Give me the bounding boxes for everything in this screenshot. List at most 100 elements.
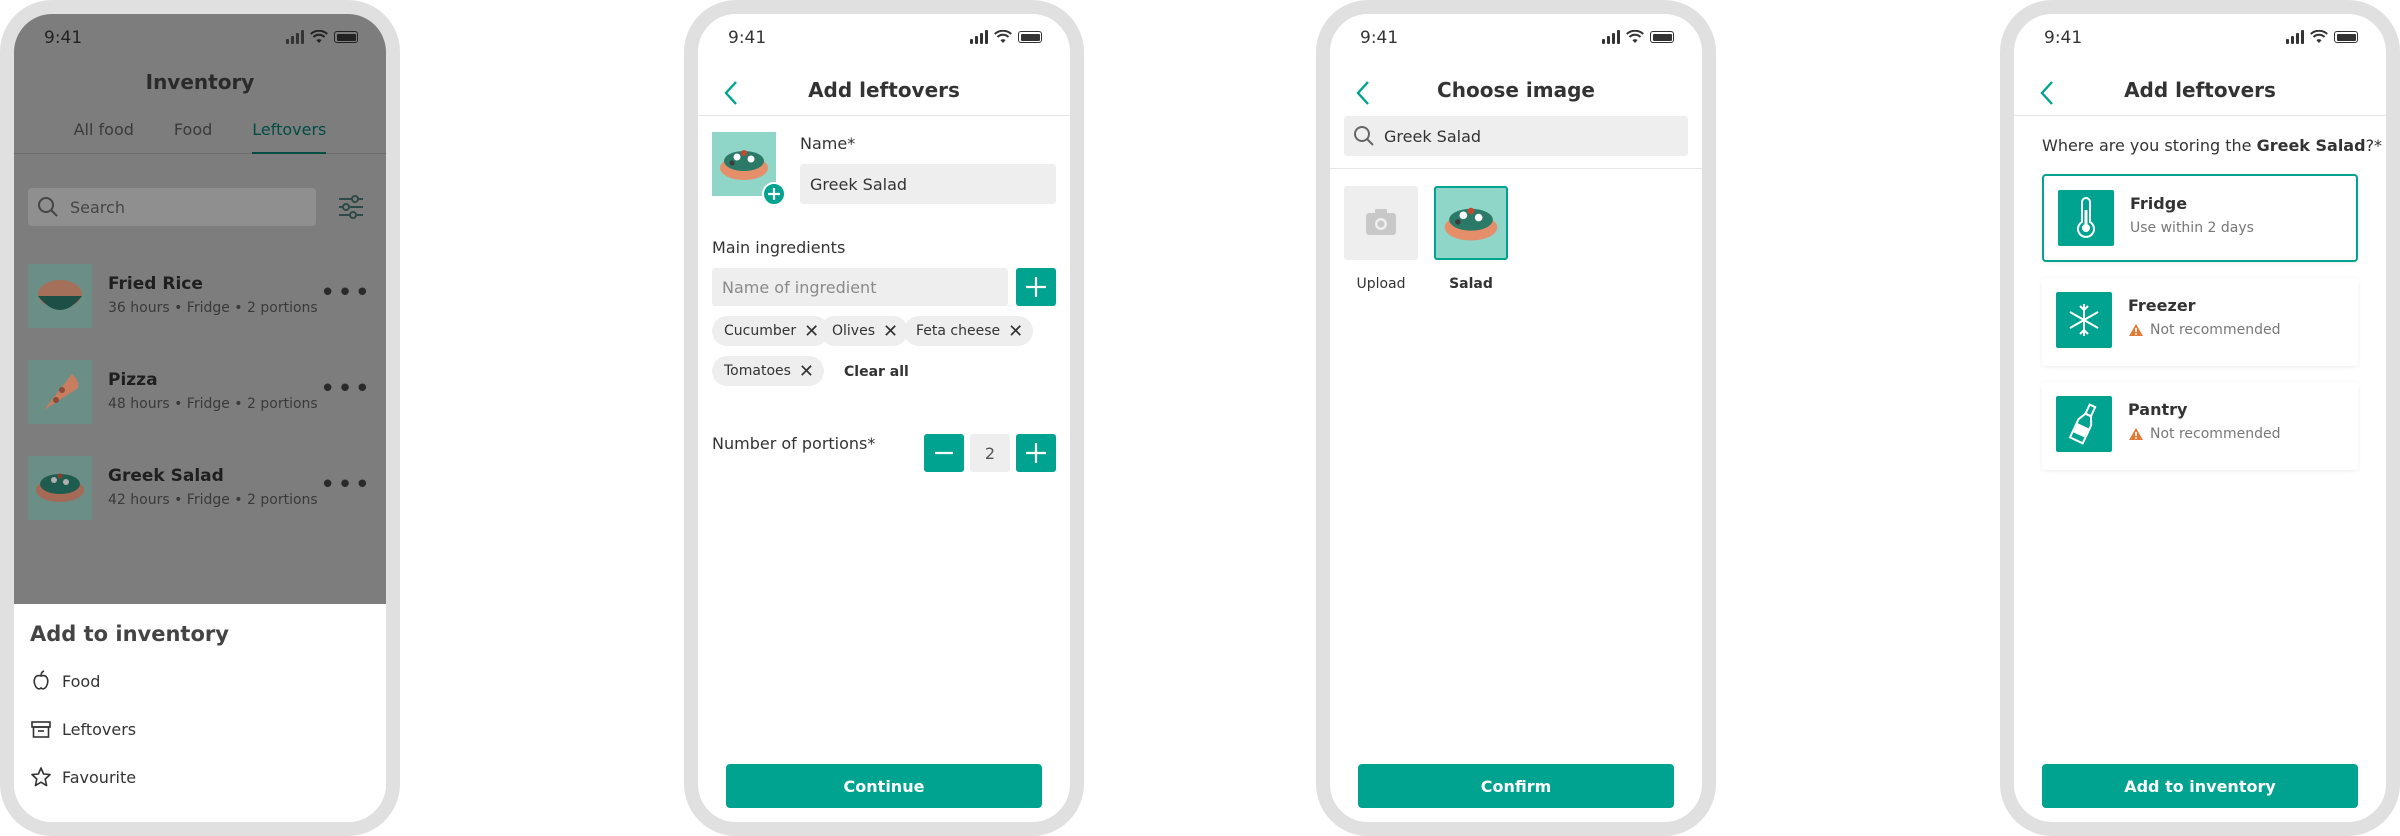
decrease-portions-button[interactable] [924, 434, 964, 472]
continue-button[interactable]: Continue [726, 764, 1042, 808]
ingredient-chip: Olives ✕ [820, 316, 909, 346]
signal-icon [970, 30, 988, 44]
search-input[interactable]: Search [28, 188, 316, 226]
confirm-button[interactable]: Confirm [1358, 764, 1674, 808]
increase-portions-button[interactable] [1016, 434, 1056, 472]
sheet-option-food[interactable]: Food [30, 670, 100, 692]
warning-icon [2129, 324, 2143, 336]
battery-icon [2334, 31, 2358, 43]
option-title: Freezer [2128, 296, 2196, 315]
thermometer-icon [2077, 197, 2095, 238]
phone-storage-location: 9:41 Add leftovers Where are you storing… [2000, 0, 2400, 836]
more-icon[interactable]: ••• [320, 472, 372, 498]
more-icon[interactable]: ••• [320, 376, 372, 402]
ingredient-input[interactable]: Name of ingredient [712, 268, 1008, 306]
dimmed-background: 9:41 Inventory All food Food Leftovers S… [14, 14, 386, 604]
add-to-inventory-button[interactable]: Add to inventory [2042, 764, 2358, 808]
status-icons [286, 30, 358, 44]
upload-label: Upload [1356, 276, 1406, 292]
tab-food[interactable]: Food [174, 114, 212, 154]
storage-option-fridge[interactable]: Fridge Use within 2 days [2042, 174, 2358, 262]
tab-all-food[interactable]: All food [74, 114, 134, 154]
status-bar: 9:41 [1330, 26, 1702, 52]
item-meta: 42 hours • Fridge • 2 portions [108, 492, 318, 508]
sheet-title: Add to inventory [30, 622, 229, 646]
image-search-input[interactable]: Greek Salad [1344, 116, 1688, 156]
status-time: 9:41 [728, 28, 767, 48]
item-name: Greek Salad [108, 466, 224, 486]
nav-bar: Add leftovers [2014, 72, 2386, 116]
status-bar: 9:41 [698, 26, 1070, 52]
close-icon[interactable]: ✕ [883, 321, 898, 342]
list-item[interactable]: Greek Salad 42 hours • Fridge • 2 portio… [28, 450, 372, 522]
option-subtitle: Use within 2 days [2130, 220, 2254, 236]
salad-tile[interactable] [1434, 186, 1508, 260]
pizza-slice-icon [44, 374, 79, 410]
freezer-icon-tile [2056, 292, 2112, 348]
sheet-option-favourite[interactable]: Favourite [30, 766, 136, 788]
option-title: Pantry [2128, 400, 2188, 419]
rice-bowl-icon [38, 280, 82, 310]
page-title: Add leftovers [808, 78, 960, 102]
minus-icon [935, 451, 953, 455]
nav-bar: Choose image [1330, 72, 1702, 120]
more-icon[interactable]: ••• [320, 280, 372, 306]
page-title: Choose image [1437, 78, 1595, 102]
add-to-inventory-sheet: Add to inventory Food Leftovers Favourit… [14, 604, 386, 822]
add-image-icon[interactable] [762, 182, 786, 206]
tab-bar: All food Food Leftovers [14, 114, 386, 154]
box-icon [31, 721, 51, 738]
salad-label: Salad [1449, 276, 1493, 292]
name-field[interactable]: Greek Salad [800, 164, 1056, 204]
sheet-option-label: Leftovers [62, 719, 137, 739]
list-item[interactable]: Pizza 48 hours • Fridge • 2 portions ••• [28, 354, 372, 426]
tab-leftovers[interactable]: Leftovers [252, 114, 327, 154]
item-name: Pizza [108, 370, 158, 390]
status-time: 9:41 [1360, 28, 1399, 48]
chip-label: Cucumber [724, 323, 797, 339]
plus-icon [1026, 443, 1046, 463]
upload-tile[interactable] [1344, 186, 1418, 260]
close-icon[interactable]: ✕ [1008, 321, 1023, 342]
pizza-thumbnail [28, 360, 92, 424]
storage-option-pantry[interactable]: Pantry Not recommended [2042, 382, 2358, 470]
close-icon[interactable]: ✕ [804, 321, 819, 342]
salad-icon [1444, 207, 1498, 241]
status-time: 9:41 [44, 28, 83, 48]
apple-icon [33, 670, 49, 690]
chip-label: Feta cheese [916, 323, 1001, 339]
nav-bar: Add leftovers [698, 72, 1070, 116]
portions-value[interactable]: 2 [970, 434, 1010, 472]
salad-icon [36, 473, 84, 502]
snowflake-icon [2069, 304, 2099, 336]
name-label: Name* [800, 134, 856, 153]
question-prefix: Where are you storing the [2042, 136, 2257, 155]
search-icon [38, 197, 58, 217]
item-meta: 36 hours • Fridge • 2 portions [108, 300, 318, 316]
warning-icon [2129, 428, 2143, 440]
signal-icon [286, 30, 304, 44]
close-icon[interactable]: ✕ [799, 361, 814, 382]
signal-icon [1602, 30, 1620, 44]
add-ingredient-button[interactable] [1016, 268, 1056, 306]
status-icons [2286, 30, 2358, 44]
battery-icon [334, 31, 358, 43]
clear-all-button[interactable]: Clear all [844, 364, 909, 380]
star-icon [31, 767, 51, 787]
list-item[interactable]: Fried Rice 36 hours • Fridge • 2 portion… [28, 258, 372, 330]
ingredient-chip: Feta cheese ✕ [904, 316, 1034, 346]
status-bar: 9:41 [2014, 26, 2386, 52]
status-icons [1602, 30, 1674, 44]
bottle-icon [2068, 403, 2097, 445]
question-item: Greek Salad [2256, 136, 2366, 155]
item-name: Fried Rice [108, 274, 203, 294]
filter-icon[interactable] [334, 190, 368, 224]
option-subtitle: Not recommended [2128, 426, 2280, 442]
wifi-icon [2310, 30, 2328, 43]
storage-option-freezer[interactable]: Freezer Not recommended [2042, 278, 2358, 366]
search-placeholder: Search [70, 197, 125, 217]
wifi-icon [1626, 30, 1644, 43]
option-subtitle-text: Not recommended [2150, 322, 2281, 338]
ingredients-label: Main ingredients [712, 238, 846, 257]
sheet-option-leftovers[interactable]: Leftovers [30, 718, 136, 740]
